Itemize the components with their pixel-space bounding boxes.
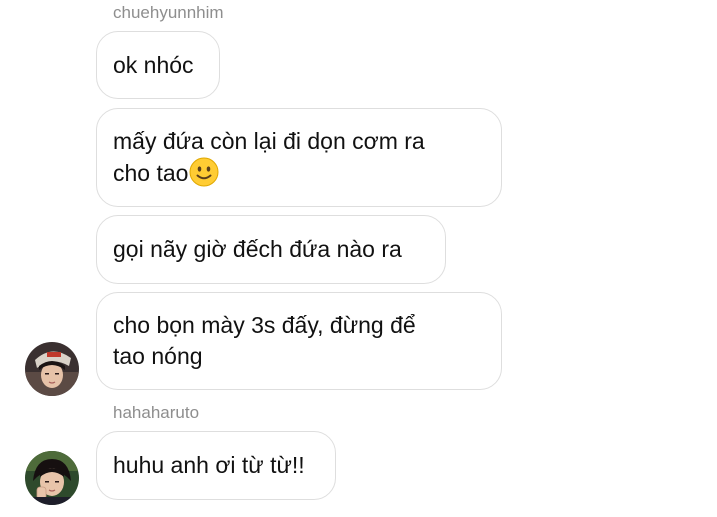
message-bubble[interactable]: mấy đứa còn lại đi dọn cơm ra cho tao [96,108,502,207]
avatar[interactable] [25,451,79,505]
message-text: gọi nãy giờ đếch đứa nào ra [113,236,402,262]
sender-name: hahaharuto [113,403,200,422]
avatar-photo [25,451,79,505]
avatar[interactable] [25,342,79,396]
message-text: mấy đứa còn lại đi dọn cơm ra cho tao [113,128,425,186]
message-content: mấy đứa còn lại đi dọn cơm ra cho tao [113,126,425,189]
message-bubble[interactable]: cho bọn mày 3s đấy, đừng để tao nóng [96,292,502,390]
message-bubble[interactable]: ok nhóc [96,31,220,99]
message-text: huhu anh ơi từ từ!! [113,452,305,478]
message-bubble[interactable]: huhu anh ơi từ từ!! [96,431,336,500]
chat-thread: chuehyunnhim ok nhóc mấy đứa còn lại đi … [0,0,717,517]
slightly-smiling-face-icon [189,157,219,187]
sender-name: chuehyunnhim [113,3,224,22]
avatar-photo [25,342,79,396]
message-text: cho bọn mày 3s đấy, đừng để tao nóng [113,312,416,369]
message-text: ok nhóc [113,51,194,78]
message-bubble[interactable]: gọi nãy giờ đếch đứa nào ra [96,215,446,284]
